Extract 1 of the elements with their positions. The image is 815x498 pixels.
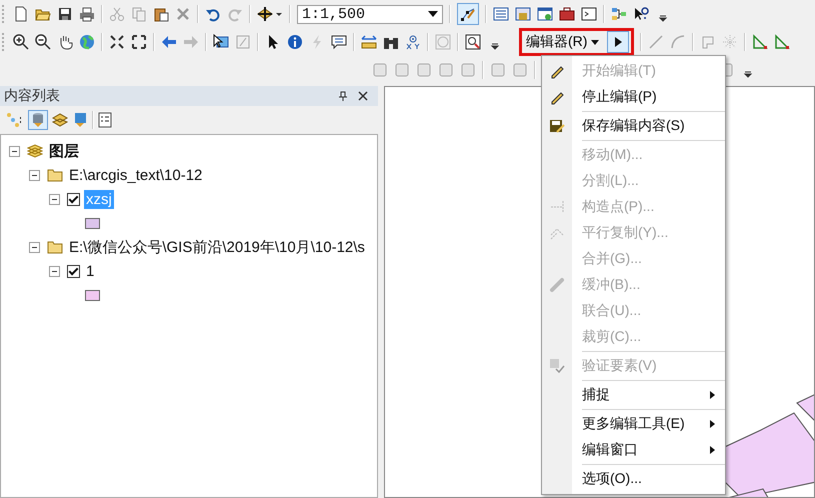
- panel-title: 内容列表: [4, 87, 61, 105]
